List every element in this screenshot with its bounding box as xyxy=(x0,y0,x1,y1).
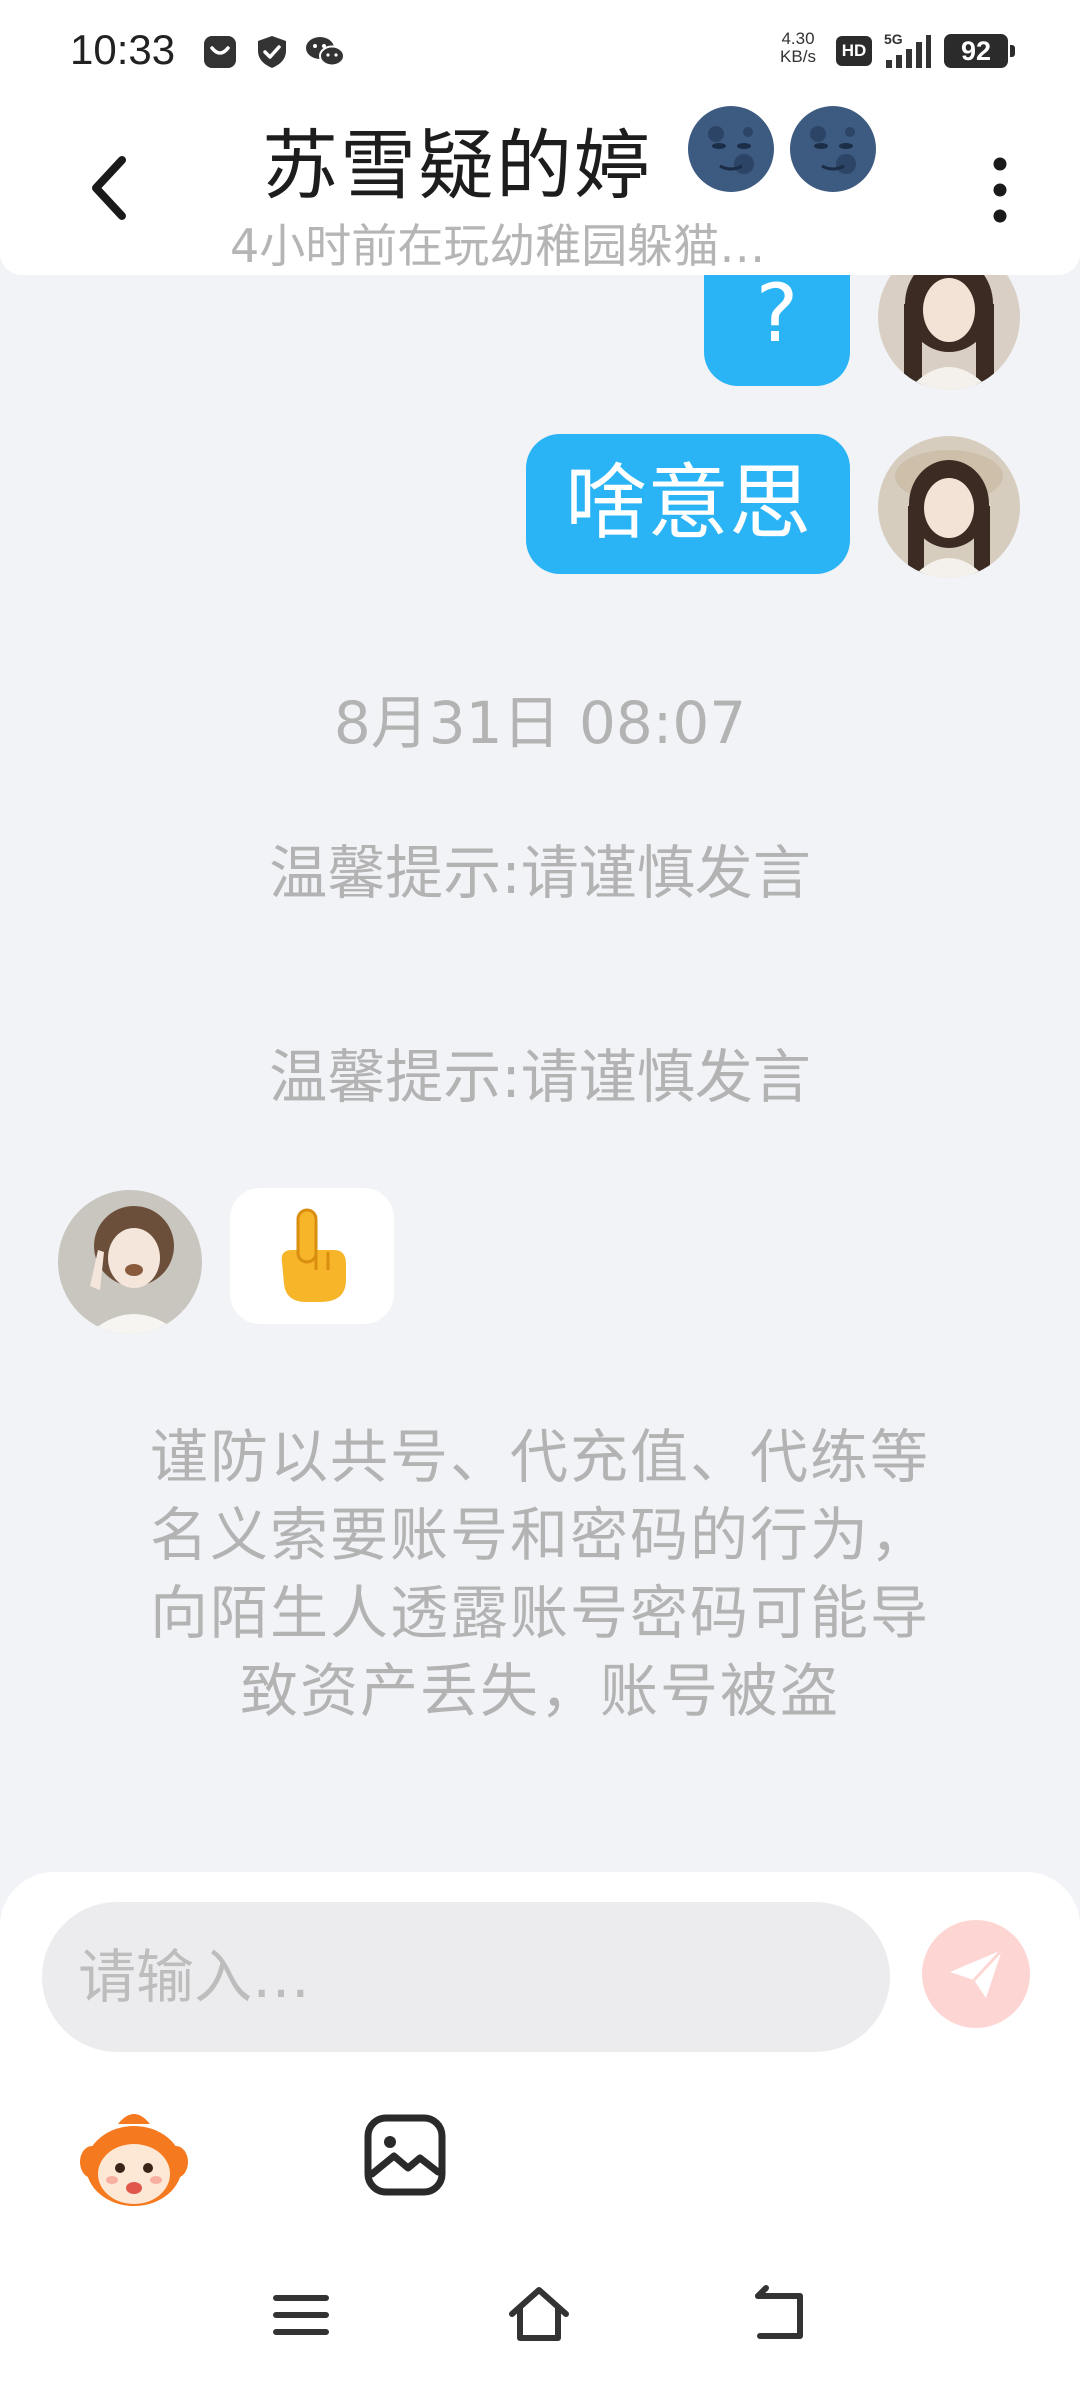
message-input-container[interactable] xyxy=(42,1902,890,2052)
safety-warning: 谨防以共号、代充值、代练等名义索要账号和密码的行为，向陌生人透露账号密码可能导致… xyxy=(149,1423,930,1725)
network-speed: 4.30 KB/s xyxy=(772,30,824,66)
back-button[interactable] xyxy=(80,148,140,228)
message-bubble-incoming[interactable] xyxy=(230,1188,394,1324)
network-speed-value: 4.30 xyxy=(781,29,815,48)
network-speed-unit: KB/s xyxy=(780,47,816,66)
message-timestamp: 8月31日 08:07 xyxy=(333,689,747,757)
battery-icon: 92 xyxy=(944,34,1015,68)
emoji-sticker-icon[interactable] xyxy=(78,2104,190,2216)
new-moon-face-icon xyxy=(790,106,876,192)
message-text: 啥意思 xyxy=(564,456,811,551)
menu-nav-icon[interactable] xyxy=(266,2280,336,2350)
pointing-up-hand-emoji xyxy=(281,1208,346,1302)
chat-title: 苏雪疑的婷 xyxy=(262,121,652,210)
status-bar: 10:33 4.30 KB/s HD 5G 92 xyxy=(0,0,1080,100)
back-nav-icon[interactable] xyxy=(744,2280,814,2350)
system-tip: 温馨提示:请谨慎发言 xyxy=(269,1043,811,1111)
more-options-icon[interactable] xyxy=(976,150,1024,230)
notification-box-icon xyxy=(204,36,236,68)
chat-header: 10:33 4.30 KB/s HD 5G 92 苏雪疑的婷 4小时前在玩幼稚园… xyxy=(0,0,1080,275)
chat-subtitle: 4小时前在玩幼稚园躲猫… xyxy=(230,219,766,273)
message-bubble-outgoing[interactable]: 啥意思 xyxy=(526,434,850,574)
send-button[interactable] xyxy=(922,1920,1030,2028)
avatar[interactable] xyxy=(58,1190,202,1334)
message-text: ? xyxy=(755,267,799,360)
send-icon xyxy=(950,1948,1004,1998)
status-time: 10:33 xyxy=(70,26,176,73)
network-type-label: 5G xyxy=(884,31,903,47)
home-nav-icon[interactable] xyxy=(504,2280,574,2350)
avatar[interactable] xyxy=(878,436,1020,578)
signal-icon: 5G xyxy=(884,31,931,68)
hd-badge: HD xyxy=(836,36,872,66)
new-moon-face-icon xyxy=(688,106,774,192)
shield-check-icon xyxy=(258,36,286,68)
message-input[interactable] xyxy=(78,1902,858,2052)
image-picker-icon[interactable] xyxy=(362,2112,448,2198)
wechat-icon xyxy=(306,37,345,67)
system-tip: 温馨提示:请谨慎发言 xyxy=(269,839,811,907)
